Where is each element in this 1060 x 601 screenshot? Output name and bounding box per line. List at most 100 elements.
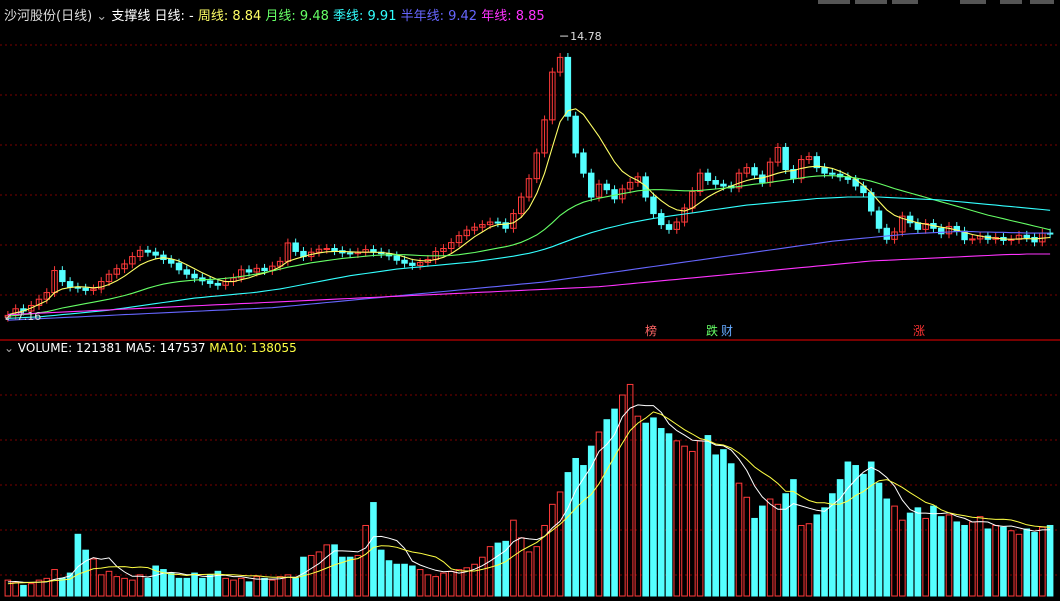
candle-body [759,174,766,183]
volume-bar [797,524,805,597]
candle-body [191,273,198,279]
toolbar-tab[interactable] [892,0,918,4]
toolbar-tab[interactable] [1000,0,1022,4]
toolbar-tabs[interactable] [818,0,1054,4]
toolbar-tab[interactable] [1030,0,1054,4]
toolbar-tab[interactable] [855,0,887,4]
volume-bar [183,577,191,597]
volume-bar [774,503,782,597]
candle-body [572,115,579,154]
volume-bar [307,554,315,597]
volume-bar [906,512,914,597]
candle-body [214,282,222,286]
volume-bar [875,482,883,597]
volume-header-text: ⌄ VOLUME: 121381 MA5: 147537 MA10: 13805… [4,341,297,355]
ma-line-value: 9.91 [368,9,401,24]
volume-bar [743,496,751,597]
ma-line-value: 9.48 [300,9,333,24]
volume-bar [409,565,416,597]
volume-bar [97,574,105,597]
volume-bar [486,546,494,597]
candle-body [829,172,836,175]
candle-body [665,224,673,230]
volume-bar [790,479,797,597]
volume-bar [167,572,175,597]
toolbar-tab[interactable] [960,0,986,4]
volume-bar [292,577,299,597]
candle-body [938,227,945,235]
candle-body [393,255,400,261]
candlestick-series [4,52,1054,322]
volume-bar [175,577,183,597]
volume-bar [494,542,502,597]
volume-bar [191,572,198,597]
candle-body [168,259,175,264]
volume-bar [836,479,844,597]
volume-bar [144,577,152,597]
ma-line-label: 季线: [333,9,368,24]
volume-bar [12,581,19,597]
volume-bar [323,544,331,597]
toolbar-tab[interactable] [818,0,850,4]
volume-bar [953,521,961,597]
candle-body [245,269,253,273]
volume-bar [377,549,385,597]
volume-bar [712,454,719,597]
candle-body [782,146,789,170]
candle-body [650,196,657,215]
volume-bar [113,576,121,597]
volume-bar [844,461,852,597]
volume-bar [90,558,97,597]
min-price-label: ↙ 7.16 [4,310,41,323]
volume-bar [1000,526,1007,597]
volume-bar [945,514,953,597]
volume-bar [937,516,945,597]
volume-ma10-line [7,411,1051,585]
candle-body [183,269,191,275]
volume-bar [4,579,12,597]
volume-ma5: MA5: 147537 [126,341,210,355]
volume-bar [961,524,968,597]
price-grid [0,44,1060,296]
candle-body [206,280,214,284]
volume-bar [27,583,35,597]
ma-line-value: 8.85 [516,9,545,24]
volume-bar [129,579,136,597]
candle-body [82,287,89,291]
volume-bar [424,574,432,597]
volume-bar [852,465,859,597]
volume-bar [479,556,486,597]
volume-bar [696,440,704,597]
volume-bar [237,577,245,597]
volume-value: VOLUME: 121381 [18,341,126,355]
volume-bar [401,563,408,597]
volume-bar [206,574,214,597]
event-mark: 榜 [645,323,657,338]
event-mark: 跌 [706,323,718,338]
candle-body [346,252,354,255]
price-header-text: 沙河股份(日线) ⌄ 支撑线 日线: - 周线: 8.84 月线: 9.48 季… [4,9,545,24]
volume-bar [650,417,657,597]
ma-line-value: 9.42 [448,9,481,24]
volume-bar [930,505,937,597]
ma-line-value: 8.84 [232,9,265,24]
candle-body [323,248,330,250]
volume-bar [525,551,533,597]
candle-body [704,172,712,182]
stock-chart[interactable]: 沙河股份(日线) ⌄ 支撑线 日线: - 周线: 8.84 月线: 9.48 季… [0,0,1060,601]
volume-bar [440,572,447,597]
volume-bar [766,498,774,597]
volume-bar [805,523,813,597]
volume-bar [222,577,229,597]
ma-line-label: 月线: [265,9,300,24]
volume-bar [899,519,906,597]
ma-line-label: 年线: [481,9,516,24]
volume-bars [4,383,1054,597]
volume-bar [82,549,89,597]
candle-body [875,210,883,229]
candle-body [564,56,572,117]
ma-line-label: 半年线: [401,9,449,24]
volume-bar [829,493,836,597]
candle-body [720,183,727,187]
volume-bar [704,435,712,597]
